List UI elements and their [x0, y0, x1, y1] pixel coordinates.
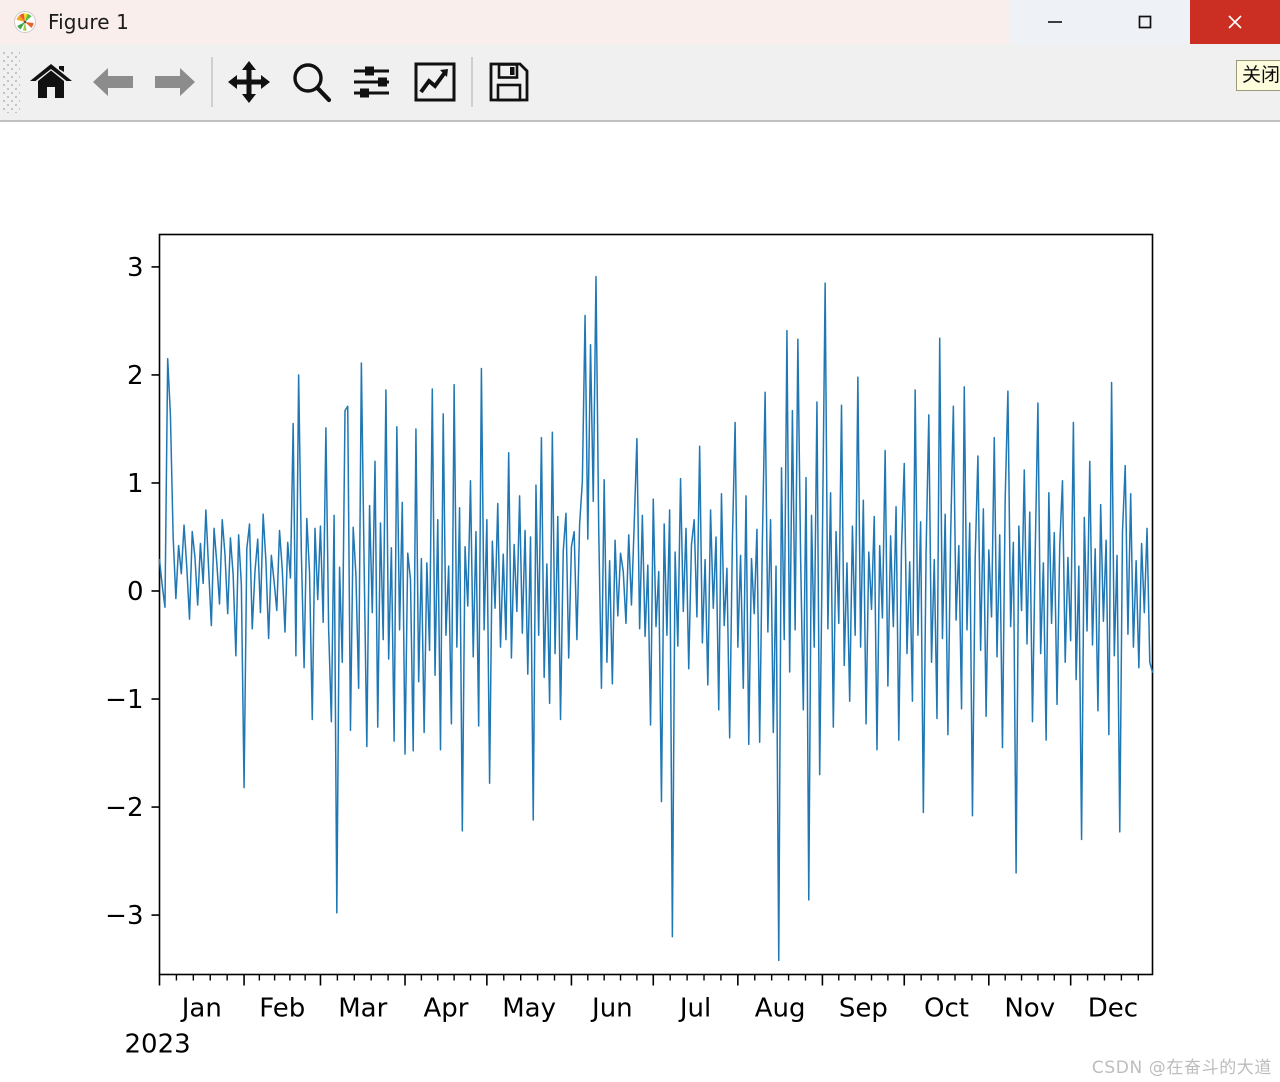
navigation-toolbar	[0, 44, 1280, 122]
close-icon	[1228, 15, 1242, 29]
figure-window: Figure 1 关闭 3 2 1 0 −1 −2 −3 Jan Feb Mar…	[0, 0, 1280, 1082]
svg-text:−1: −1	[105, 685, 143, 715]
matplotlib-logo-icon	[14, 11, 36, 33]
svg-text:Jan: Jan	[180, 994, 222, 1024]
svg-text:0: 0	[127, 577, 144, 607]
home-button[interactable]	[20, 51, 82, 113]
toolbar-separator-2	[471, 57, 473, 107]
home-icon	[30, 64, 72, 98]
svg-text:May: May	[502, 994, 556, 1024]
toolbar-separator-1	[211, 57, 213, 107]
magnifier-icon	[293, 63, 332, 103]
svg-text:−3: −3	[105, 901, 143, 931]
svg-text:Mar: Mar	[338, 994, 387, 1024]
arrow-right-icon	[155, 68, 195, 96]
svg-text:Aug: Aug	[755, 994, 806, 1024]
x-axis-year-label: 2023	[125, 1030, 191, 1060]
svg-text:Sep: Sep	[839, 994, 888, 1024]
zoom-button[interactable]	[280, 51, 342, 113]
window-controls	[1010, 0, 1280, 44]
svg-text:3: 3	[127, 253, 144, 283]
svg-text:Nov: Nov	[1004, 994, 1055, 1024]
save-button[interactable]	[478, 51, 540, 113]
toolbar-drag-handle[interactable]	[2, 51, 20, 113]
maximize-button[interactable]	[1100, 0, 1190, 44]
timeseries-plot[interactable]: 3 2 1 0 −1 −2 −3 Jan Feb Mar Apr May Jun Jul Aug Sep Oc…	[0, 124, 1280, 1082]
minimize-button[interactable]	[1010, 0, 1100, 44]
svg-text:Apr: Apr	[423, 994, 468, 1024]
close-tooltip: 关闭	[1236, 60, 1280, 91]
chart-line-icon	[414, 62, 456, 102]
back-button[interactable]	[82, 51, 144, 113]
floppy-disk-icon	[489, 62, 529, 102]
sliders-icon	[354, 66, 389, 98]
customize-button[interactable]	[404, 51, 466, 113]
window-title: Figure 1	[48, 10, 129, 34]
figure-canvas[interactable]: 3 2 1 0 −1 −2 −3 Jan Feb Mar Apr May Jun Jul Aug Sep Oc…	[0, 124, 1280, 1082]
svg-text:−2: −2	[105, 793, 143, 823]
pan-button[interactable]	[218, 51, 280, 113]
svg-text:Jul: Jul	[678, 994, 711, 1024]
svg-text:Dec: Dec	[1088, 994, 1138, 1024]
minimize-icon	[1048, 21, 1062, 23]
maximize-icon	[1138, 15, 1152, 29]
svg-text:Oct: Oct	[924, 994, 969, 1024]
svg-text:2: 2	[127, 361, 144, 391]
window-titlebar: Figure 1	[0, 0, 1280, 44]
close-button[interactable]	[1190, 0, 1280, 44]
titlebar-left: Figure 1	[0, 10, 1010, 34]
svg-text:1: 1	[127, 469, 144, 499]
svg-text:Feb: Feb	[259, 994, 305, 1024]
subplots-button[interactable]	[342, 51, 404, 113]
arrow-left-icon	[93, 68, 133, 96]
forward-button[interactable]	[144, 51, 206, 113]
svg-text:Jun: Jun	[590, 994, 633, 1024]
csdn-watermark: CSDN @在奋斗的大道	[1091, 1058, 1272, 1078]
move-icon	[228, 61, 270, 103]
